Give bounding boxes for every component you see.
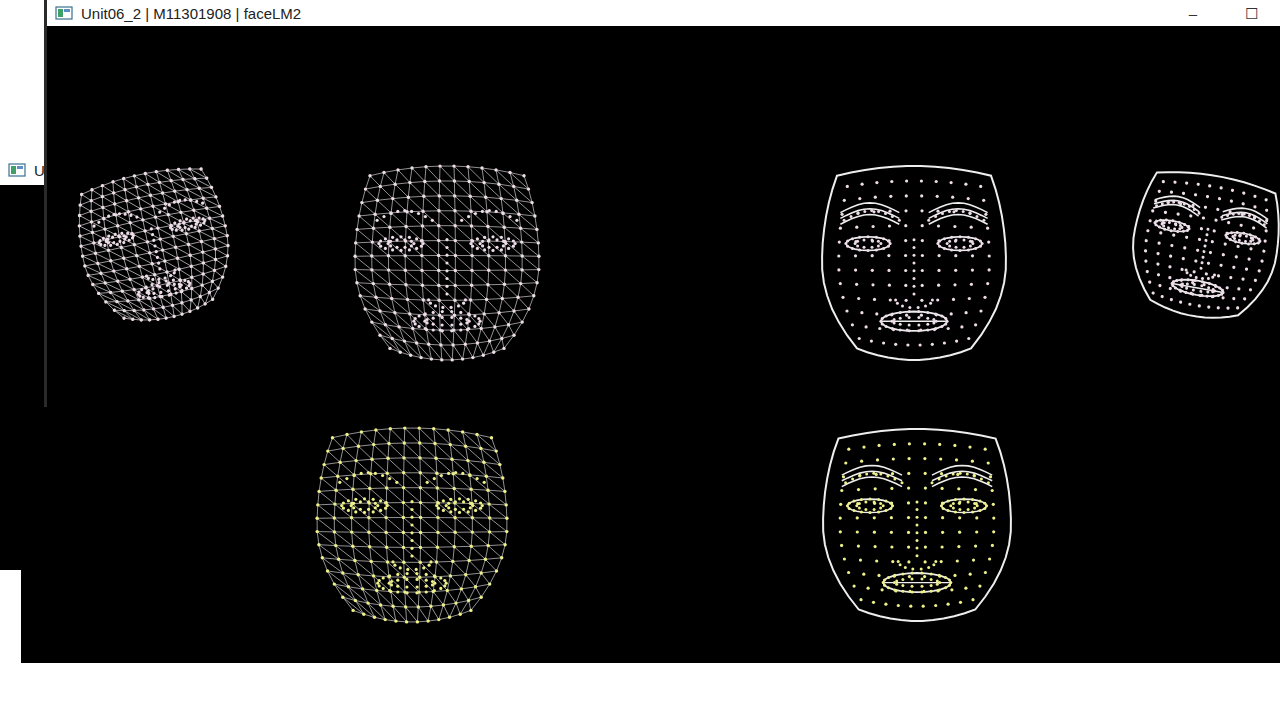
image-canvas: [47, 26, 1280, 407]
window-title: Unit06_2 | M11301908 | faceLM2: [81, 6, 1164, 21]
face-layer: [0, 0, 1280, 720]
app-icon: [8, 163, 26, 177]
face-mesh: [315, 426, 508, 623]
desktop: UUnit06_2 | M11301908 | faceLM2–☐: [0, 0, 1280, 720]
window-border: [44, 0, 47, 407]
face-mesh: [353, 164, 540, 361]
app-icon: [55, 6, 73, 20]
face-mesh: [67, 158, 244, 335]
minimize-button[interactable]: –: [1164, 0, 1222, 26]
main-window[interactable]: Unit06_2 | M11301908 | faceLM2–☐: [44, 0, 1280, 407]
face-contour: [1122, 164, 1280, 329]
face-contour: [823, 429, 1011, 621]
main-window-titlebar[interactable]: Unit06_2 | M11301908 | faceLM2–☐: [47, 0, 1280, 26]
face-contour: [822, 166, 1006, 360]
maximize-button[interactable]: ☐: [1222, 0, 1280, 26]
